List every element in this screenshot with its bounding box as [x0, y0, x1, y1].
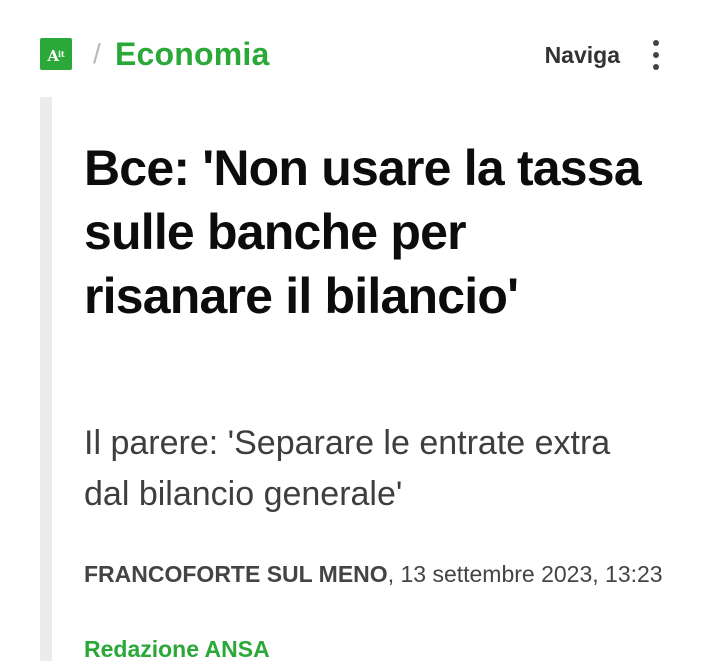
dateline-place: FRANCOFORTE SUL MENO: [84, 561, 388, 587]
naviga-button[interactable]: Naviga: [545, 38, 620, 72]
kebab-menu-icon[interactable]: [648, 38, 664, 72]
section-link-economia[interactable]: Economia: [115, 34, 270, 74]
article-dateline: FRANCOFORTE SUL MENO, 13 settembre 2023,…: [84, 558, 664, 591]
logo-sub: it: [57, 49, 65, 59]
article-headline: Bce: 'Non usare la tassa sulle banche pe…: [84, 140, 642, 324]
breadcrumb-separator: /: [93, 38, 101, 69]
article-subtitle: Il parere: 'Separare le entrate extra da…: [84, 424, 611, 513]
author-link[interactable]: Redazione ANSA: [84, 633, 270, 666]
logo-letter: A: [47, 47, 59, 65]
top-bar: Ait / Economia Naviga: [0, 0, 720, 100]
ansa-logo-icon[interactable]: Ait: [40, 38, 72, 70]
dateline-date: , 13 settembre 2023, 13:23: [387, 561, 663, 587]
article-accent-bar: [40, 97, 52, 661]
